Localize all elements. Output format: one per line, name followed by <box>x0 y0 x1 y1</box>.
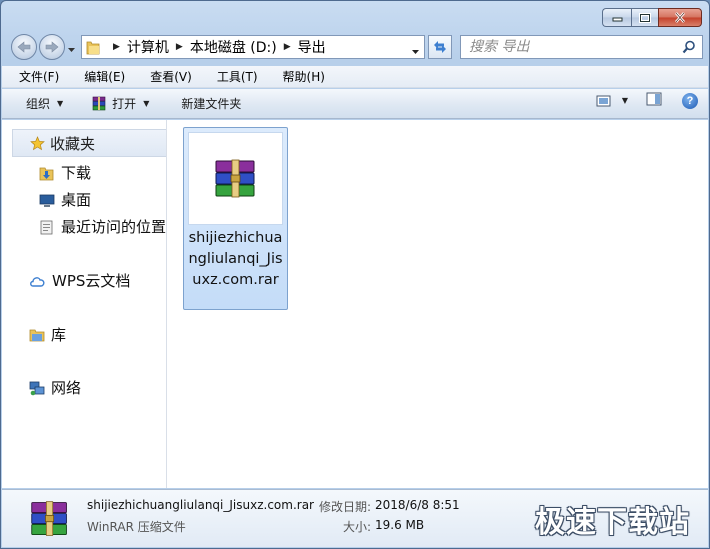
chevron-down-icon <box>412 50 419 54</box>
help-icon: ? <box>686 94 694 107</box>
breadcrumb-drive-d[interactable]: 本地磁盘 (D:) <box>190 37 277 57</box>
breadcrumb-export[interactable]: 导出 <box>298 37 326 57</box>
nav-desktop-label: 桌面 <box>61 191 92 209</box>
details-modified-label: 修改日期: <box>319 500 372 514</box>
command-bar: 组织 ▼ 打开 ▼ 新建文件夹 ▼ ? <box>2 89 708 119</box>
nav-network[interactable]: 网络 <box>29 377 81 398</box>
chevron-down-icon: ▼ <box>143 99 150 108</box>
organize-label: 组织 <box>26 97 51 111</box>
address-row: ▶ 计算机 ▶ 本地磁盘 (D:) ▶ 导出 <box>9 33 703 61</box>
nav-wps-cloud[interactable]: WPS云文档 <box>29 270 130 291</box>
file-list: shijiezhichuangliulanqi_Jisuxz.com.rar <box>168 120 708 488</box>
breadcrumb-separator-icon[interactable]: ▶ <box>284 42 291 52</box>
caption-buttons <box>602 8 702 27</box>
breadcrumb-separator-icon: ▶ <box>113 42 120 52</box>
star-icon <box>30 135 45 151</box>
nav-favorites-label: 收藏夹 <box>50 134 96 153</box>
maximize-icon <box>639 12 651 23</box>
navigation-pane: 收藏夹 下载 桌面 最近访问的位置 WPS云文档 库 网络 <box>2 120 167 488</box>
recent-places-icon <box>39 219 55 235</box>
explorer-window: ▶ 计算机 ▶ 本地磁盘 (D:) ▶ 导出 文件(F) 编辑 <box>0 0 710 549</box>
back-button[interactable] <box>11 34 37 60</box>
change-view-button[interactable]: ▼ <box>596 94 628 108</box>
help-button[interactable]: ? <box>682 92 698 109</box>
refresh-button[interactable] <box>428 35 452 59</box>
nav-downloads-label: 下载 <box>61 164 92 182</box>
nav-desktop[interactable]: 桌面 <box>39 189 91 210</box>
menu-edit[interactable]: 编辑(E) <box>67 68 133 85</box>
file-name: shijiezhichuangliulanqi_Jisuxz.com.rar <box>188 230 283 288</box>
toolbar-right: ▼ ? <box>596 92 698 109</box>
menu-help[interactable]: 帮助(H) <box>266 68 333 85</box>
search-input[interactable] <box>469 37 682 57</box>
nav-favorites[interactable]: 收藏夹 <box>12 129 166 157</box>
content-area: 收藏夹 下载 桌面 最近访问的位置 WPS云文档 库 网络 shijiezhic… <box>2 120 708 488</box>
file-thumbnail <box>188 132 283 225</box>
search-icon <box>682 40 695 54</box>
cloud-icon <box>29 274 46 288</box>
minimize-button[interactable] <box>602 8 631 27</box>
view-icon <box>596 95 611 106</box>
winrar-icon <box>92 96 106 110</box>
details-size-label: 大小: <box>343 520 372 534</box>
arrow-right-icon <box>45 41 59 53</box>
minimize-icon <box>612 17 622 22</box>
nav-libraries[interactable]: 库 <box>29 324 66 345</box>
chevron-down-icon <box>68 48 75 52</box>
maximize-button[interactable] <box>631 8 658 27</box>
forward-button[interactable] <box>39 34 65 60</box>
menu-file[interactable]: 文件(F) <box>2 68 67 85</box>
nav-recent-label: 最近访问的位置 <box>61 218 167 236</box>
winrar-archive-icon <box>31 501 67 536</box>
address-history-dropdown[interactable] <box>411 44 420 58</box>
close-icon <box>675 12 685 23</box>
search-box[interactable] <box>460 35 703 59</box>
open-button[interactable]: 打开 ▼ <box>85 92 155 116</box>
preview-pane-button[interactable] <box>646 92 662 109</box>
menu-view[interactable]: 查看(V) <box>133 68 200 85</box>
menu-bar: 文件(F) 编辑(E) 查看(V) 工具(T) 帮助(H) <box>2 66 708 88</box>
preview-pane-icon <box>646 92 662 106</box>
nav-network-label: 网络 <box>51 379 82 397</box>
library-icon <box>29 327 45 342</box>
details-size-value: 19.6 MB <box>375 518 425 532</box>
new-folder-label: 新建文件夹 <box>181 97 242 111</box>
nav-recent-places[interactable]: 最近访问的位置 <box>39 216 166 237</box>
organize-button[interactable]: 组织 ▼ <box>20 92 69 116</box>
chevron-down-icon: ▼ <box>621 96 628 105</box>
details-pane: shijiezhichuangliulanqi_Jisuxz.com.rar W… <box>2 489 708 547</box>
refresh-icon <box>434 41 446 53</box>
file-item[interactable]: shijiezhichuangliulanqi_Jisuxz.com.rar <box>183 127 288 310</box>
desktop-icon <box>39 192 55 208</box>
new-folder-button[interactable]: 新建文件夹 <box>175 92 247 116</box>
nav-downloads[interactable]: 下载 <box>39 162 91 183</box>
address-bar[interactable]: ▶ 计算机 ▶ 本地磁盘 (D:) ▶ 导出 <box>81 35 425 59</box>
details-modified-value: 2018/6/8 8:51 <box>375 498 460 512</box>
downloads-folder-icon <box>39 165 55 181</box>
breadcrumb-computer[interactable]: 计算机 <box>127 37 169 57</box>
recent-pages-dropdown[interactable] <box>67 42 76 56</box>
breadcrumb-separator-icon[interactable]: ▶ <box>176 42 183 52</box>
site-watermark: 极速下载站 <box>535 505 690 540</box>
arrow-left-icon <box>17 41 31 53</box>
chevron-down-icon: ▼ <box>57 99 64 108</box>
open-label: 打开 <box>112 97 137 111</box>
menu-tools[interactable]: 工具(T) <box>200 68 266 85</box>
nav-libraries-label: 库 <box>51 326 67 344</box>
close-button[interactable] <box>658 8 702 27</box>
details-file-type: WinRAR 压缩文件 <box>87 520 186 534</box>
network-icon <box>29 380 45 396</box>
nav-wps-label: WPS云文档 <box>52 272 131 290</box>
details-file-name: shijiezhichuangliulanqi_Jisuxz.com.rar <box>87 498 314 512</box>
folder-icon <box>86 41 100 55</box>
winrar-archive-icon <box>215 159 254 197</box>
